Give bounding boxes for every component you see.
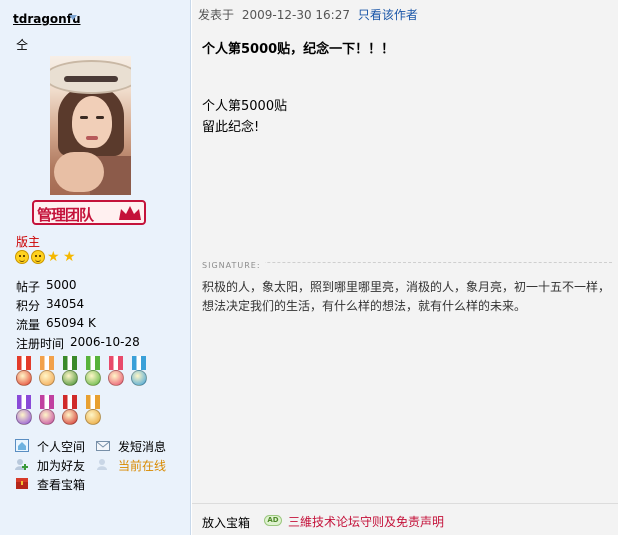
star-icon: ★ [63,249,76,265]
medals-row [14,356,154,392]
star-icon: ★ [47,249,60,265]
post-date: 2009-12-30 16:27 [241,8,350,22]
team-badge: 管理团队 [32,200,146,225]
stat-label: 积分 [16,299,41,313]
stat-label: 注册时间 [16,337,65,351]
stat-value: 5000 [46,278,77,292]
post-meta: 发表于 2009-12-30 16:27 只看该作者 [198,6,418,23]
ad-badge: AD [264,515,282,526]
medal-icon[interactable] [106,356,126,392]
meta-prefix: 发表于 [198,8,235,22]
signature-label: SIGNATURE: [202,261,265,270]
post-title: 个人第5000贴，纪念一下！！！ [202,42,395,57]
medal-icon[interactable] [60,356,80,392]
stat-register-date: 注册时间 2006-10-28 [16,335,140,352]
medal-icon[interactable] [37,395,57,431]
stat-label: 帖子 [16,280,41,294]
medals-row [14,395,154,431]
post-body-line: 留此纪念! [202,120,260,135]
sun-face-icon [15,250,29,264]
sun-face-icon [31,250,45,264]
team-badge-label: 管理团队 [37,206,94,224]
mail-icon [96,441,110,451]
medal-icon[interactable] [129,356,149,392]
only-author-link[interactable]: 只看该作者 [358,8,418,22]
medal-icon[interactable] [14,395,34,431]
treasure-box-icon [16,478,28,489]
stat-value: 65094 K [46,316,96,330]
avatar[interactable] [50,56,131,195]
rank-stars: ★ ★ [15,250,77,264]
stat-points: 积分 34054 [16,297,84,314]
signature-text: 积极的人，象太阳，照到哪里哪里亮，消极的人，象月亮，初一十五不一样，想法决定我们… [202,280,611,313]
forum-rules-link[interactable]: 三維技术论坛守则及免责声明 [288,513,444,530]
medal-icon[interactable] [83,356,103,392]
stat-traffic: 流量 65094 K [16,316,96,333]
user-status: 仝 [16,38,29,52]
post-content: 发表于 2009-12-30 16:27 只看该作者 个人第5000贴，纪念一下… [192,0,618,535]
home-icon [15,439,29,452]
footer-divider [192,503,618,504]
stat-posts: 帖子 5000 [16,278,77,295]
stat-value: 2006-10-28 [70,335,140,349]
medal-icon[interactable] [83,395,103,431]
crown-icon [119,206,141,220]
user-rank: 版主 [16,235,41,249]
online-user-icon [97,459,107,470]
author-sidebar: tdragonfu 仝 管理团队 版主 ★ ★ 帖子 5000 积分 34054… [0,0,191,535]
add-to-treasure-link[interactable]: 放入宝箱 [202,514,250,531]
chevron-down-icon[interactable] [69,15,77,20]
add-friend-icon [15,459,28,470]
stat-value: 34054 [46,297,85,311]
medal-icon[interactable] [14,356,34,392]
medal-icon[interactable] [37,356,57,392]
post-body-line: 个人第5000贴 [202,99,288,114]
stat-label: 流量 [16,318,41,332]
medal-icon[interactable] [60,395,80,431]
